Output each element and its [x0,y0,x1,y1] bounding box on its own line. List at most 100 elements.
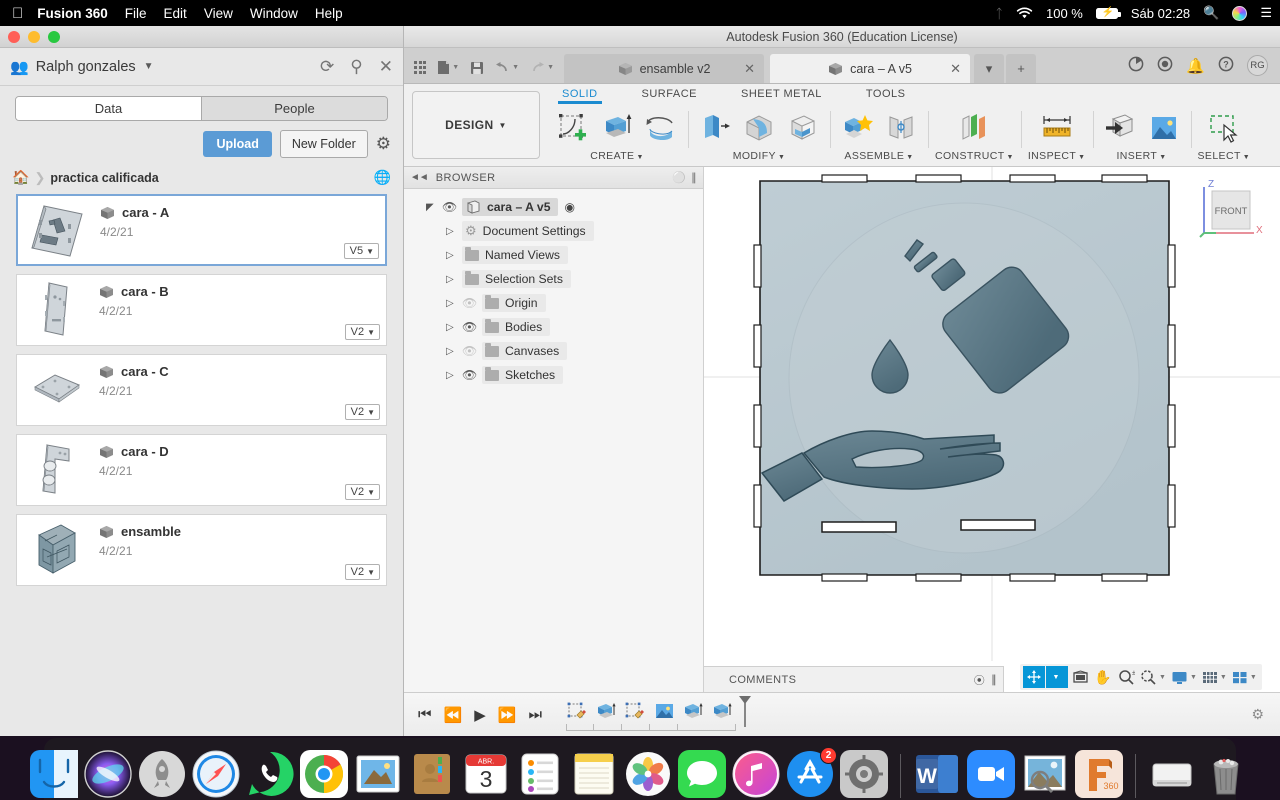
home-icon[interactable]: 🏠 [12,169,29,186]
spotlight-search-icon[interactable]: 🔍 [1203,5,1219,21]
new-folder-button[interactable]: New Folder [279,130,368,158]
dock-item-contacts[interactable] [408,750,456,798]
dock-item-photos[interactable] [624,750,672,798]
tree-node-root[interactable]: ◤ 👁 cara – A v5 ◉ [404,195,703,219]
dock-item-disk-drive[interactable] [1148,750,1196,798]
dock-item-whatsapp[interactable] [246,750,294,798]
new-component-icon[interactable] [837,109,877,147]
menu-item-view[interactable]: View [204,6,233,21]
dock-item-microsoft-word[interactable]: W [913,750,961,798]
breadcrumb-current-folder[interactable]: practica calificada [50,171,158,185]
recent-icon[interactable] [1157,56,1173,76]
bluetooth-icon[interactable]: ᛏ [995,6,1003,21]
list-item[interactable]: cara - D 4/2/21 V2 ▼ [16,434,387,506]
insert-derive-icon[interactable] [1100,109,1140,147]
workspace-switcher[interactable]: DESIGN ▼ [412,91,540,159]
minimize-window-button[interactable] [28,30,40,43]
display-settings-icon[interactable]: ▼ [1169,666,1199,688]
shell-icon[interactable] [783,109,823,147]
menu-bar-clock[interactable]: Sáb 02:28 [1131,6,1190,21]
play-icon[interactable]: ▶ [474,706,486,724]
view-cube[interactable]: Z X FRONT [1192,175,1264,243]
notifications-icon[interactable]: 🔔 [1186,57,1205,75]
visibility-eye-icon[interactable]: 👁 [462,320,482,334]
expand-arrow-icon[interactable]: ◤ [426,202,442,213]
pan-icon[interactable]: ✋ [1092,666,1114,688]
visibility-eye-icon[interactable]: 👁 [462,296,482,310]
chevron-down-icon[interactable]: ▾ [974,54,1004,83]
grid-snaps-icon[interactable]: ▼ [1200,666,1229,688]
dock-item-fusion-360[interactable]: 360 [1075,750,1123,798]
insert-canvas-icon[interactable] [1144,109,1184,147]
extrude-feature-icon[interactable] [709,700,735,722]
step-back-icon[interactable]: ⏪ [444,706,463,724]
create-sketch-icon[interactable] [553,109,593,147]
design-canvas[interactable]: Z X FRONT COMMENTS ⦿ ∥ ▼ ✋ ± ▼ ▼ ▼ ▼ [704,167,1280,692]
apple-menu-icon[interactable]:  [12,6,23,21]
tree-node-selection-sets[interactable]: ▷ Selection Sets [404,267,703,291]
select-window-icon[interactable] [1204,109,1244,147]
expand-arrow-icon[interactable]: ▷ [446,226,462,237]
expand-arrow-icon[interactable]: ▷ [446,346,462,357]
version-badge[interactable]: V2 ▼ [344,404,380,420]
expand-arrow-icon[interactable]: ▷ [446,370,462,381]
orbit-icon[interactable] [1023,666,1045,688]
visibility-eye-icon[interactable]: 👁 [462,368,482,382]
menu-item-help[interactable]: Help [315,6,343,21]
add-comment-icon[interactable]: ⦿ [974,672,985,688]
list-item[interactable]: cara - A 4/2/21 V5 ▼ [16,194,387,266]
extrude-feature-icon[interactable] [593,700,619,722]
tree-node-origin[interactable]: ▷ 👁 Origin [404,291,703,315]
save-icon[interactable] [466,61,488,75]
extrude-icon[interactable] [597,109,637,147]
sketch-feature-icon[interactable] [622,700,648,722]
comments-bar[interactable]: COMMENTS ⦿ ∥ [704,666,1004,692]
ribbon-tab-tools[interactable]: TOOLS [858,88,914,100]
dock-item-system-preferences[interactable] [840,750,888,798]
expand-arrow-icon[interactable]: ▷ [446,298,462,309]
version-badge[interactable]: V2 ▼ [344,564,380,580]
list-item[interactable]: cara - C 4/2/21 V2 ▼ [16,354,387,426]
siri-icon[interactable] [1232,5,1248,21]
ribbon-tab-surface[interactable]: SURFACE [634,88,705,100]
dock-item-launchpad[interactable] [138,750,186,798]
orbit-dropdown-caret[interactable]: ▼ [1046,666,1068,688]
dock-item-calendar[interactable]: ABR. 3 [462,750,510,798]
version-badge[interactable]: V2 ▼ [344,324,380,340]
battery-icon[interactable]: ⚡ [1095,7,1121,19]
visibility-eye-icon[interactable]: 👁 [442,200,462,214]
menu-item-file[interactable]: File [125,6,147,21]
extrude-feature-icon[interactable] [680,700,706,722]
sketch-feature-icon[interactable] [564,700,590,722]
new-document-icon[interactable]: ▼ [433,60,463,75]
zoom-window-icon[interactable]: ▼ [1138,666,1168,688]
refresh-icon[interactable]: ⟳ [320,57,334,77]
tree-node-bodies[interactable]: ▷ 👁 Bodies [404,315,703,339]
version-badge[interactable]: V5 ▼ [343,243,379,259]
press-pull-icon[interactable] [695,109,735,147]
activate-component-icon[interactable]: ◉ [564,200,574,214]
close-icon[interactable]: ✕ [379,57,393,77]
visibility-eye-icon[interactable]: 👁 [462,344,482,358]
tree-node-sketches[interactable]: ▷ 👁 Sketches [404,363,703,387]
upload-button[interactable]: Upload [203,131,272,157]
dock-item-google-chrome[interactable] [300,750,348,798]
dock-item-app-store[interactable]: 2 [786,747,837,798]
list-item[interactable]: ensamble 4/2/21 V2 ▼ [16,514,387,586]
dock-item-zoom[interactable] [967,750,1015,798]
panel-resize-handle[interactable]: ∥ [691,171,697,184]
ribbon-tab-sheet-metal[interactable]: SHEET METAL [733,88,830,100]
search-icon[interactable]: ⚲ [350,57,362,77]
skip-end-icon[interactable]: ⏭ [528,706,542,723]
maximize-window-button[interactable] [48,30,60,43]
dock-item-mail[interactable] [354,750,402,798]
control-center-icon[interactable]: ☰ [1260,5,1272,21]
gear-icon[interactable]: ⚙ [1251,706,1264,723]
viewports-icon[interactable]: ▼ [1230,666,1259,688]
tab-people[interactable]: People [201,97,387,120]
dock-item-messages[interactable] [678,750,726,798]
dock-item-siri[interactable] [84,750,132,798]
help-icon[interactable]: ? [1218,56,1234,76]
close-icon[interactable]: ✕ [950,61,961,77]
close-window-button[interactable] [8,30,20,43]
